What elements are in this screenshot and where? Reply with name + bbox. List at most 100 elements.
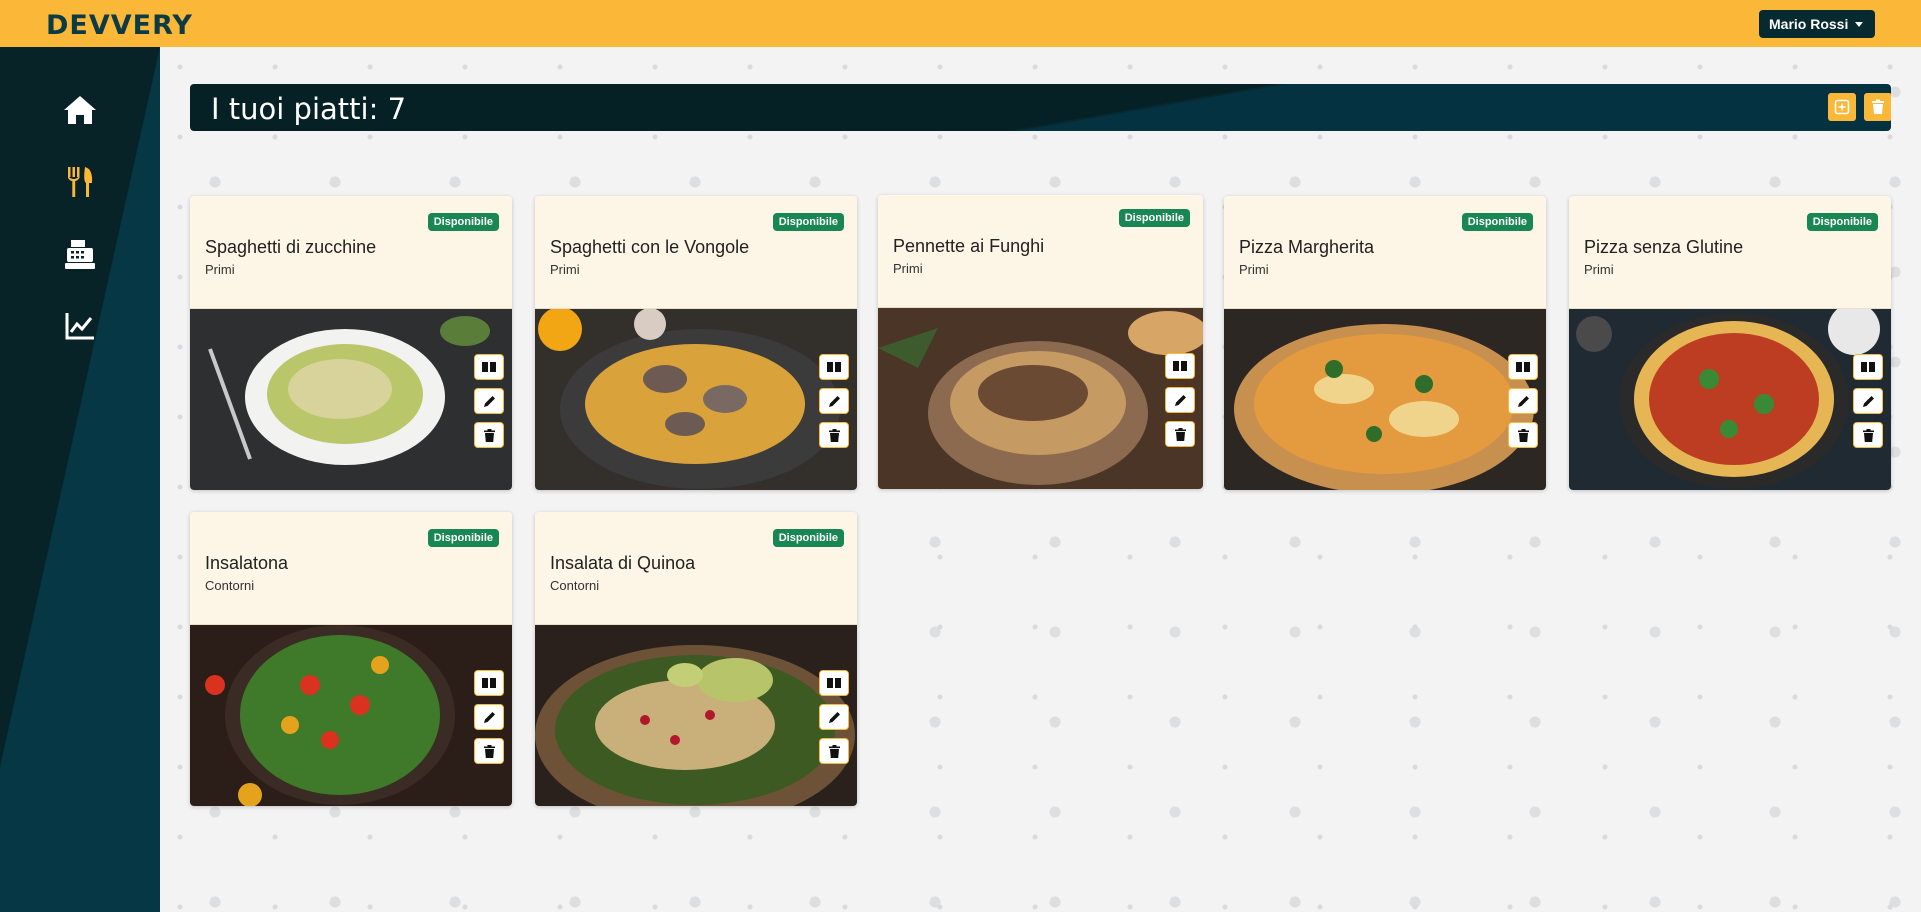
edit-button[interactable]	[1165, 387, 1195, 413]
home-icon	[64, 96, 96, 124]
card-header: Disponibile Pennette ai Funghi Primi	[878, 195, 1203, 308]
card-header: Disponibile Insalata di Quinoa Contorni	[535, 512, 857, 625]
dish-card: Disponibile Spaghetti di zucchine Primi	[190, 196, 512, 490]
delete-button[interactable]	[1165, 421, 1195, 447]
dish-image	[1569, 309, 1891, 490]
dish-category: Primi	[893, 261, 923, 276]
view-button[interactable]	[474, 354, 504, 380]
dish-image	[190, 625, 512, 806]
trash-icon	[828, 744, 840, 758]
book-icon	[1861, 362, 1875, 372]
dish-category: Contorni	[205, 578, 255, 593]
card-header: Disponibile Spaghetti di zucchine Primi	[190, 196, 512, 309]
delete-button[interactable]	[474, 422, 504, 448]
dish-card: Disponibile Spaghetti con le Vongole Pri…	[535, 196, 857, 490]
edit-button[interactable]	[474, 388, 504, 414]
dish-image	[535, 309, 857, 490]
edit-button[interactable]	[819, 388, 849, 414]
sidebar-item-home[interactable]	[60, 90, 100, 130]
dish-card: Disponibile Pennette ai Funghi Primi	[878, 195, 1203, 489]
card-header: Disponibile Pizza Margherita Primi	[1224, 196, 1546, 309]
delete-button[interactable]	[819, 422, 849, 448]
dish-name: Insalata di Quinoa	[550, 553, 696, 573]
trash-icon	[483, 428, 495, 442]
sidebar-item-cashier[interactable]	[60, 234, 100, 274]
pencil-icon	[1517, 395, 1529, 407]
edit-button[interactable]	[1853, 388, 1883, 414]
dish-category: Primi	[550, 262, 580, 277]
delete-all-button[interactable]	[1864, 93, 1891, 121]
pencil-icon	[828, 711, 840, 723]
user-menu-button[interactable]: Mario Rossi	[1759, 10, 1876, 38]
dish-name: Spaghetti con le Vongole	[550, 237, 750, 257]
book-icon	[827, 678, 841, 688]
chart-line-icon	[65, 313, 94, 340]
dish-image	[190, 309, 512, 490]
dish-category: Primi	[1239, 262, 1269, 277]
status-badge: Disponibile	[1806, 213, 1878, 231]
trash-icon	[1174, 427, 1186, 441]
cash-register-icon	[65, 240, 95, 269]
dish-category: Contorni	[550, 578, 600, 593]
book-icon	[1516, 362, 1530, 372]
dish-image	[535, 625, 857, 806]
status-badge: Disponibile	[1118, 209, 1190, 227]
pencil-icon	[1174, 394, 1186, 406]
view-button[interactable]	[1508, 354, 1538, 380]
delete-button[interactable]	[474, 738, 504, 764]
trash-icon	[828, 428, 840, 442]
delete-button[interactable]	[1508, 422, 1538, 448]
book-icon	[1173, 361, 1187, 371]
delete-button[interactable]	[819, 738, 849, 764]
utensils-icon	[68, 167, 93, 197]
pencil-icon	[1862, 395, 1874, 407]
edit-button[interactable]	[474, 704, 504, 730]
edit-button[interactable]	[819, 704, 849, 730]
edit-button[interactable]	[1508, 388, 1538, 414]
status-badge: Disponibile	[427, 529, 499, 547]
book-icon	[482, 678, 496, 688]
book-icon	[482, 362, 496, 372]
card-header: Disponibile Pizza senza Glutine Primi	[1569, 196, 1891, 309]
view-button[interactable]	[1853, 354, 1883, 380]
dish-name: Pizza Margherita	[1239, 237, 1375, 257]
view-button[interactable]	[1165, 353, 1195, 379]
trash-icon	[1517, 428, 1529, 442]
dish-image	[878, 308, 1203, 489]
user-name: Mario Rossi	[1769, 16, 1849, 32]
status-badge: Disponibile	[427, 213, 499, 231]
sidebar-item-stats[interactable]	[60, 306, 100, 346]
dish-category: Primi	[205, 262, 235, 277]
caret-down-icon	[1855, 21, 1864, 27]
trash-icon	[483, 744, 495, 758]
status-badge: Disponibile	[772, 213, 844, 231]
book-icon	[827, 362, 841, 372]
sidebar-item-dishes[interactable]	[60, 162, 100, 202]
main-content: I tuoi piatti: 7 Disponibile Spaghetti d…	[160, 47, 1921, 912]
page-title: I tuoi piatti: 7	[211, 92, 407, 126]
status-badge: Disponibile	[1461, 213, 1533, 231]
dish-card: Disponibile Insalata di Quinoa Contorni	[535, 512, 857, 806]
dish-image	[1224, 309, 1546, 490]
dish-category: Primi	[1584, 262, 1614, 277]
dish-name: Insalatona	[205, 553, 289, 573]
pencil-icon	[828, 395, 840, 407]
add-icon	[1834, 99, 1850, 115]
page-header: I tuoi piatti: 7	[190, 84, 1891, 131]
view-button[interactable]	[819, 670, 849, 696]
delete-button[interactable]	[1853, 422, 1883, 448]
view-button[interactable]	[819, 354, 849, 380]
dish-card: Disponibile Insalatona Contorni	[190, 512, 512, 806]
brand-logo[interactable]: DEVVERY	[46, 10, 193, 41]
card-header: Disponibile Spaghetti con le Vongole Pri…	[535, 196, 857, 309]
pencil-icon	[483, 711, 495, 723]
trash-icon	[1862, 428, 1874, 442]
add-dish-button[interactable]	[1828, 93, 1856, 121]
top-navbar: DEVVERY Mario Rossi	[0, 0, 1921, 47]
status-badge: Disponibile	[772, 529, 844, 547]
dish-card: Disponibile Pizza Margherita Primi	[1224, 196, 1546, 490]
view-button[interactable]	[474, 670, 504, 696]
dish-name: Spaghetti di zucchine	[205, 237, 377, 257]
pencil-icon	[483, 395, 495, 407]
dish-card: Disponibile Pizza senza Glutine Primi	[1569, 196, 1891, 490]
